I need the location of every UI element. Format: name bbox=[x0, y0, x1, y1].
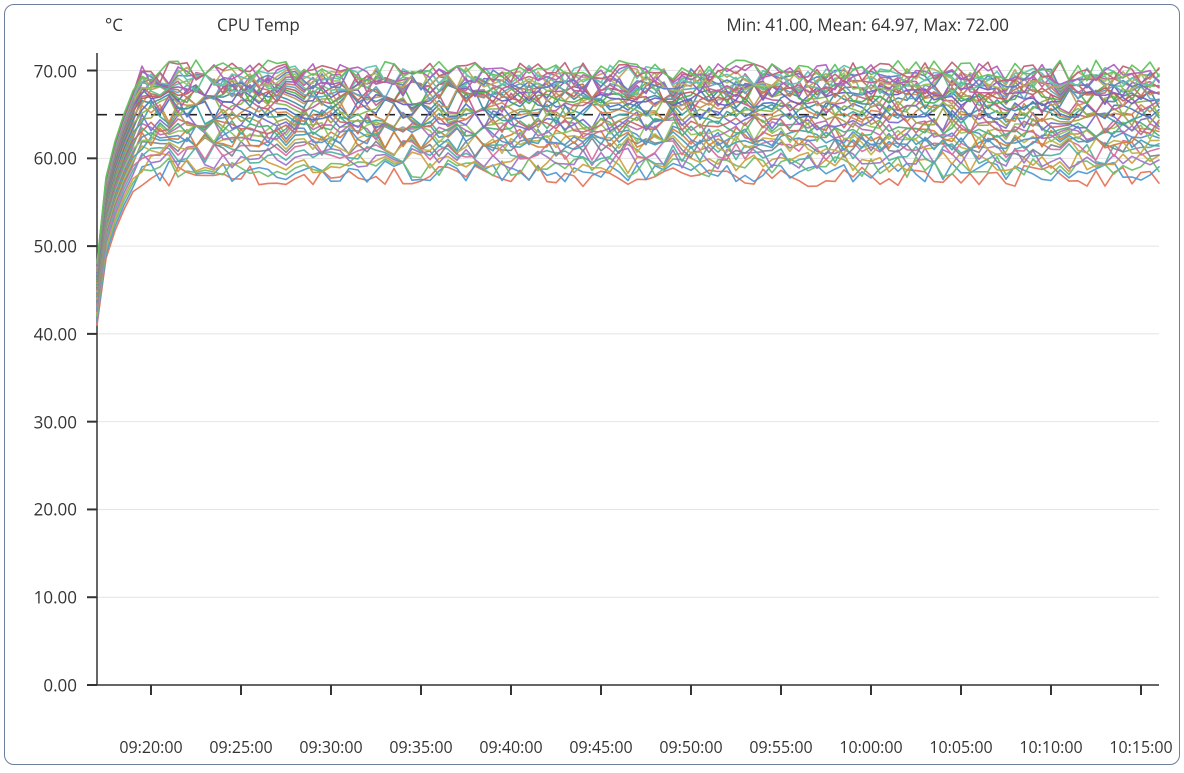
chart-stats: Min: 41.00, Mean: 64.97, Max: 72.00 bbox=[726, 13, 1009, 36]
y-tick-label: 10.00 bbox=[7, 586, 77, 609]
x-tick-label: 09:45:00 bbox=[569, 736, 632, 758]
chart-title: CPU Temp bbox=[217, 13, 300, 36]
x-tick-label: 10:00:00 bbox=[839, 736, 902, 758]
x-tick-label: 10:15:00 bbox=[1109, 736, 1172, 758]
chart-header: °C CPU Temp Min: 41.00, Mean: 64.97, Max… bbox=[5, 11, 1179, 39]
x-tick-label: 09:55:00 bbox=[749, 736, 812, 758]
x-tick-label: 09:35:00 bbox=[389, 736, 452, 758]
y-tick-label: 70.00 bbox=[7, 59, 77, 82]
y-tick-label: 60.00 bbox=[7, 147, 77, 170]
x-tick-label: 10:05:00 bbox=[929, 736, 992, 758]
x-tick-label: 09:40:00 bbox=[479, 736, 542, 758]
y-axis-unit: °C bbox=[105, 13, 123, 36]
y-tick-label: 40.00 bbox=[7, 322, 77, 345]
y-tick-label: 0.00 bbox=[7, 674, 77, 697]
x-tick-label: 09:25:00 bbox=[209, 736, 272, 758]
plot-area[interactable] bbox=[85, 43, 1165, 723]
y-tick-label: 30.00 bbox=[7, 410, 77, 433]
plot-svg bbox=[85, 43, 1165, 723]
y-tick-label: 20.00 bbox=[7, 498, 77, 521]
x-tick-label: 10:10:00 bbox=[1019, 736, 1082, 758]
x-tick-label: 09:50:00 bbox=[659, 736, 722, 758]
x-tick-label: 09:30:00 bbox=[299, 736, 362, 758]
y-tick-label: 50.00 bbox=[7, 235, 77, 258]
x-tick-label: 09:20:00 bbox=[119, 736, 182, 758]
chart-panel: °C CPU Temp Min: 41.00, Mean: 64.97, Max… bbox=[4, 4, 1180, 765]
